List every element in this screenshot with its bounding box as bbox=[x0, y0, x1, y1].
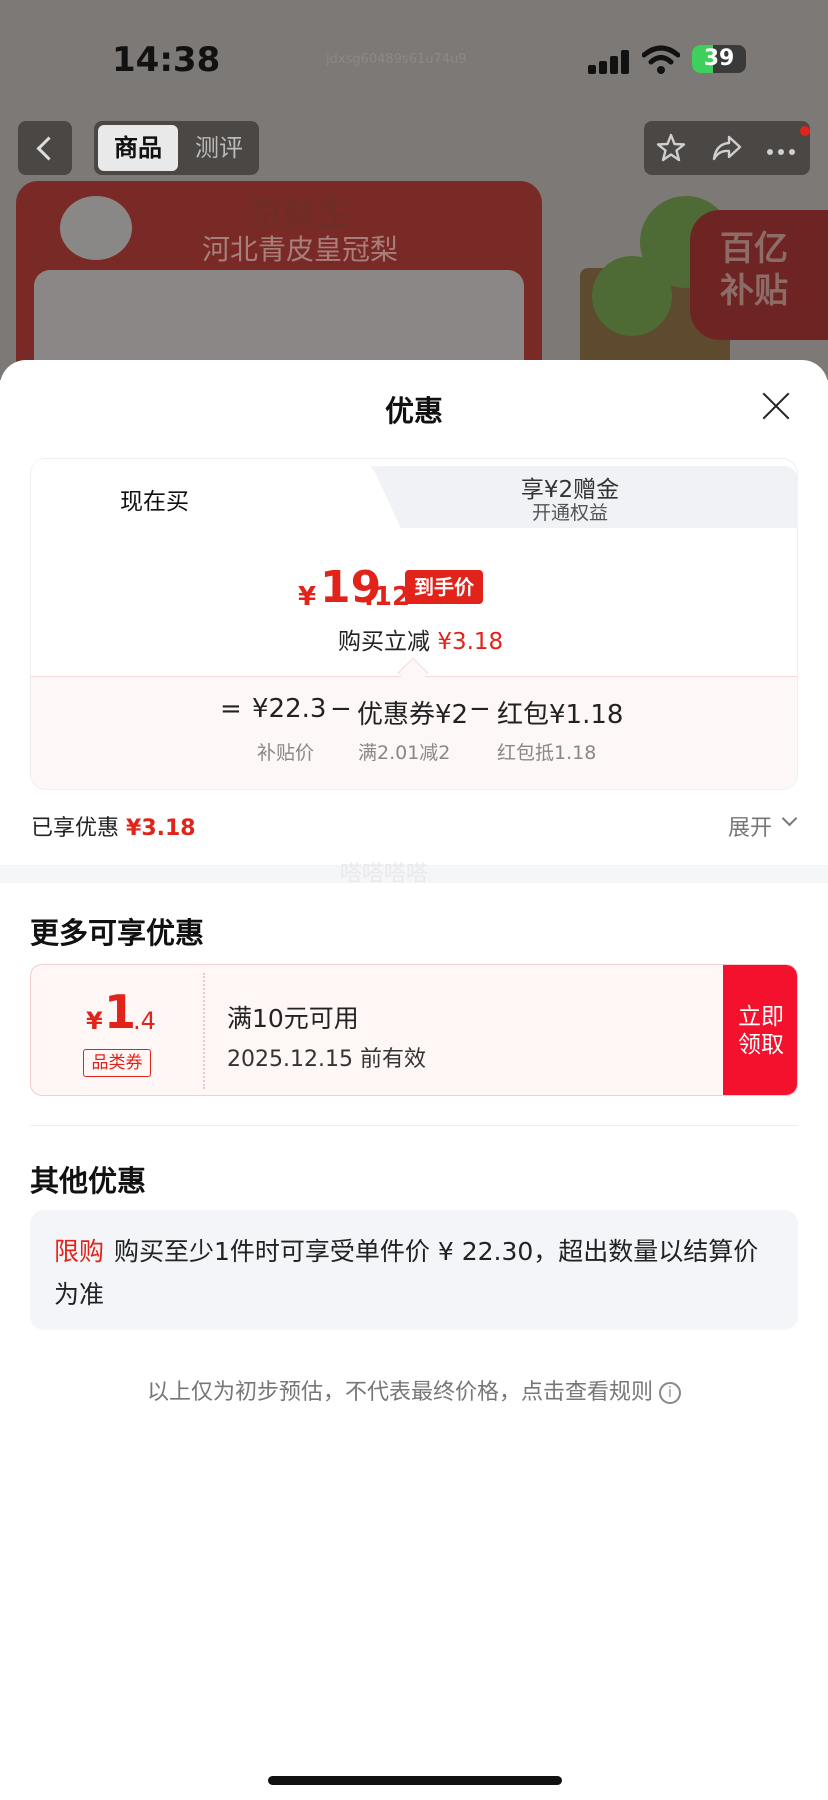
claim-label-2: 领取 bbox=[738, 1032, 784, 1058]
redpack-label: 红包抵1.18 bbox=[497, 742, 597, 764]
purchase-limit-text: 限购 购买至少1件时可享受单件价 ¥ 22.30，超出数量以结算价为准 bbox=[54, 1230, 778, 1316]
star-icon bbox=[656, 133, 686, 162]
minus-sign: − bbox=[469, 694, 491, 724]
info-icon[interactable]: i bbox=[659, 1382, 681, 1404]
tab-review[interactable]: 测评 bbox=[184, 125, 254, 171]
coupon-value: 优惠券¥2 bbox=[357, 700, 469, 730]
purchase-limit-badge: 限购 bbox=[54, 1237, 105, 1266]
equals-sign: = bbox=[220, 694, 242, 724]
rules-note-text: 以上仅为初步预估，不代表最终价格，点击查看规则 bbox=[146, 1380, 653, 1405]
coupon-label: 满2.01减2 bbox=[358, 742, 451, 764]
coupon-type-badge: 品类券 bbox=[83, 1049, 151, 1077]
divider bbox=[30, 1125, 798, 1126]
more-discounts-title: 更多可享优惠 bbox=[30, 916, 205, 950]
purchase-limit-box: 限购 购买至少1件时可享受单件价 ¥ 22.30，超出数量以结算价为准 bbox=[30, 1210, 798, 1330]
watermark-text: jdxsg60489s61u74u9 bbox=[326, 52, 467, 67]
banner-product-title: 河北青皮皇冠梨 bbox=[201, 233, 398, 266]
other-discounts-title: 其他优惠 bbox=[30, 1164, 147, 1198]
tab-gift-subtitle: 开通权益 bbox=[531, 502, 608, 524]
subsidy-price-value: ¥22.3 bbox=[252, 694, 327, 724]
pear-image bbox=[592, 256, 672, 336]
minus-sign: − bbox=[330, 694, 352, 724]
cellular-signal-icon bbox=[588, 50, 630, 74]
expand-button[interactable]: 展开 bbox=[728, 810, 772, 842]
rules-note[interactable]: 以上仅为初步预估，不代表最终价格，点击查看规则 i bbox=[0, 1374, 828, 1406]
notification-dot bbox=[800, 126, 810, 136]
watermark-text: 嗒嗒嗒嗒 bbox=[340, 862, 429, 887]
sheet-title: 优惠 bbox=[384, 394, 443, 428]
coupon-amount-decimal: .4 bbox=[133, 1007, 156, 1035]
status-time: 14:38 bbox=[112, 40, 221, 80]
price-breakdown bbox=[31, 676, 797, 789]
status-bar: 14:38 jdxsg60489s61u74u9 39 bbox=[0, 0, 828, 110]
coupon-currency: ¥ bbox=[86, 1007, 103, 1035]
subsidy-line2: 补贴 bbox=[720, 271, 788, 311]
tab-buy-now-label: 现在买 bbox=[120, 489, 189, 515]
coupon-card: ¥ 1 .4 品类券 满10元可用 2025.12.15 前有效 立即 领取 bbox=[30, 964, 798, 1096]
price-decimal: .12 bbox=[364, 582, 411, 612]
mascot-dog-icon bbox=[46, 190, 146, 270]
reduce-label: 购买立减 bbox=[338, 629, 430, 655]
subsidy-stamp-text: 百亿 补贴 bbox=[720, 228, 828, 312]
coupon-expiry: 2025.12.15 前有效 bbox=[227, 1047, 426, 1072]
enjoyed-amount: ¥3.18 bbox=[126, 816, 196, 841]
battery-percent: 39 bbox=[703, 46, 735, 71]
redpack-value: 红包¥1.18 bbox=[497, 700, 624, 730]
subsidy-price-label: 补贴价 bbox=[257, 742, 315, 764]
battery-icon: 39 bbox=[692, 45, 746, 73]
final-price-tag: 到手价 bbox=[405, 570, 483, 604]
product-review-switch: 商品 测评 bbox=[94, 121, 259, 175]
coupon-amount-integer: 1 bbox=[104, 985, 137, 1039]
share-icon bbox=[712, 135, 742, 161]
enjoyed-discount: 已享优惠 ¥3.18 bbox=[31, 810, 196, 842]
more-icon bbox=[767, 149, 795, 155]
instant-reduction: 购买立减 ¥3.18 bbox=[338, 622, 503, 656]
share-button[interactable] bbox=[700, 121, 754, 175]
home-indicator[interactable] bbox=[268, 1776, 562, 1785]
favorite-button[interactable] bbox=[644, 121, 698, 175]
tab-product[interactable]: 商品 bbox=[98, 125, 178, 171]
claim-label-1: 立即 bbox=[738, 1004, 784, 1030]
reduce-amount: ¥3.18 bbox=[437, 629, 504, 655]
coupon-perforation bbox=[203, 973, 205, 1089]
close-button[interactable] bbox=[762, 392, 790, 420]
enjoyed-label: 已享优惠 bbox=[31, 816, 120, 841]
header-actions bbox=[644, 121, 810, 175]
subsidy-line1: 百亿 bbox=[720, 229, 788, 269]
coupon-condition: 满10元可用 bbox=[227, 1004, 359, 1033]
purchase-limit-desc: 购买至少1件时可享受单件价 ¥ 22.30，超出数量以结算价为准 bbox=[54, 1237, 759, 1309]
claim-coupon-button[interactable]: 立即 领取 bbox=[723, 965, 797, 1095]
wifi-icon bbox=[642, 45, 680, 74]
price-currency: ¥ bbox=[298, 582, 317, 612]
back-button[interactable] bbox=[18, 121, 72, 175]
